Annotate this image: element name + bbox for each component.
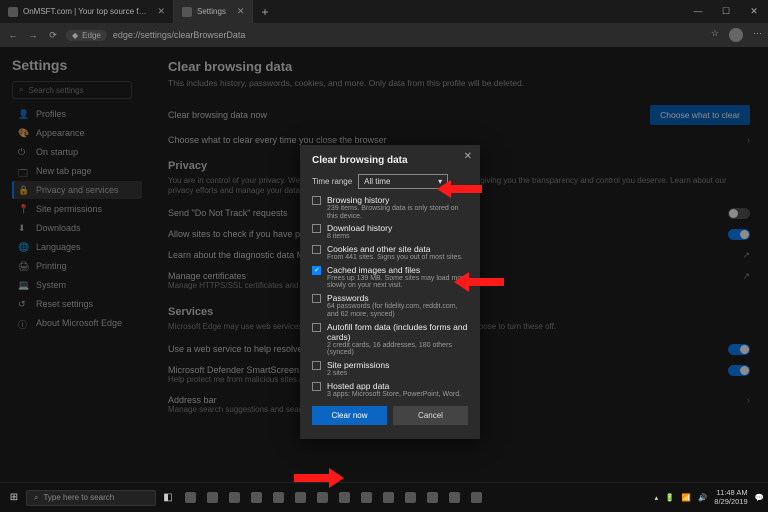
option-desc: 64 passwords (for fidelity.com, reddit.c… — [327, 303, 468, 318]
annotation-arrow — [454, 269, 504, 295]
tray-icon[interactable]: 🔋 — [665, 493, 674, 502]
checkbox[interactable] — [312, 382, 321, 391]
checkbox[interactable] — [312, 361, 321, 370]
search-icon: ⌕ — [34, 493, 38, 503]
checkbox[interactable] — [312, 245, 321, 254]
time-range-select[interactable]: All time ▾ — [358, 174, 448, 189]
dialog-close-button[interactable]: ✕ — [464, 151, 472, 162]
checkbox[interactable] — [312, 266, 321, 275]
back-button[interactable]: ← — [6, 30, 20, 40]
clear-option-passwords[interactable]: Passwords64 passwords (for fidelity.com,… — [312, 293, 468, 318]
option-title: Hosted app data — [327, 381, 468, 391]
option-desc: From 441 sites. Signs you out of most si… — [327, 254, 468, 262]
tab-label: OnMSFT.com | Your top source f… — [23, 7, 146, 16]
task-view-icon[interactable]: ◧ — [158, 488, 178, 508]
app-icon[interactable] — [400, 488, 420, 508]
option-title: Cached images and files — [327, 265, 468, 275]
notifications-icon[interactable]: 💬 — [755, 493, 764, 502]
tray-icon[interactable]: 🔊 — [698, 493, 707, 502]
clear-option-cookies-and-other-site-data[interactable]: Cookies and other site dataFrom 441 site… — [312, 244, 468, 262]
time-range-label: Time range — [312, 177, 352, 186]
clear-option-site-permissions[interactable]: Site permissions2 sites — [312, 360, 468, 378]
checkbox[interactable] — [312, 196, 321, 205]
reload-button[interactable]: ⟳ — [46, 30, 60, 41]
close-tab-icon[interactable]: ✕ — [237, 6, 245, 17]
app-icon[interactable] — [378, 488, 398, 508]
tab-onmsft[interactable]: OnMSFT.com | Your top source f… ✕ — [0, 0, 174, 23]
dialog-title: Clear browsing data — [312, 155, 468, 166]
clear-now-button[interactable]: Clear now — [312, 406, 387, 425]
favicon-icon — [182, 7, 192, 17]
system-tray: ▴ 🔋 📶 🔊 11:48 AM 8/29/2019 💬 — [654, 489, 764, 506]
option-desc: 2 credit cards, 16 addresses, 180 others… — [327, 342, 468, 357]
clear-option-hosted-app-data[interactable]: Hosted app data3 apps: Microsoft Store, … — [312, 381, 468, 399]
app-icon[interactable] — [356, 488, 376, 508]
app-icon[interactable] — [180, 488, 200, 508]
profile-avatar[interactable] — [729, 28, 743, 42]
checkbox[interactable] — [312, 224, 321, 233]
maximize-button[interactable]: ☐ — [712, 6, 740, 17]
new-tab-button[interactable]: + — [253, 5, 276, 19]
app-icon[interactable] — [202, 488, 222, 508]
app-icon[interactable] — [224, 488, 244, 508]
annotation-arrow — [437, 177, 482, 201]
app-icon[interactable] — [268, 488, 288, 508]
favorite-icon[interactable]: ☆ — [711, 28, 719, 42]
cancel-button[interactable]: Cancel — [393, 406, 468, 425]
option-desc: 3 apps: Microsoft Store, PowerPoint, Wor… — [327, 391, 468, 399]
titlebar: OnMSFT.com | Your top source f… ✕ Settin… — [0, 0, 768, 23]
clock[interactable]: 11:48 AM 8/29/2019 — [714, 489, 747, 506]
tab-settings[interactable]: Settings ✕ — [174, 0, 253, 23]
address-bar: ← → ⟳ ◆ Edge edge://settings/clearBrowse… — [0, 23, 768, 47]
option-desc: Frees up 139 MB. Some sites may load mor… — [327, 275, 468, 290]
option-title: Passwords — [327, 293, 468, 303]
checkbox[interactable] — [312, 323, 321, 332]
clear-option-autofill-form-data-includes-forms-and-cards-[interactable]: Autofill form data (includes forms and c… — [312, 322, 468, 357]
option-desc: 2 sites — [327, 370, 468, 378]
option-desc: 8 items — [327, 233, 468, 241]
url-text[interactable]: edge://settings/clearBrowserData — [113, 30, 705, 40]
tray-icon[interactable]: 📶 — [682, 493, 691, 502]
clear-option-cached-images-and-files[interactable]: Cached images and filesFrees up 139 MB. … — [312, 265, 468, 290]
option-title: Download history — [327, 223, 468, 233]
option-desc: 239 items. Browsing data is only stored … — [327, 205, 468, 220]
option-title: Autofill form data (includes forms and c… — [327, 322, 468, 342]
annotation-arrow — [294, 465, 344, 491]
clear-option-download-history[interactable]: Download history8 items — [312, 223, 468, 241]
forward-button[interactable]: → — [26, 30, 40, 40]
checkbox[interactable] — [312, 294, 321, 303]
favicon-icon — [8, 7, 18, 17]
option-title: Site permissions — [327, 360, 468, 370]
option-title: Cookies and other site data — [327, 244, 468, 254]
minimize-button[interactable]: — — [684, 6, 712, 17]
edge-chip: ◆ Edge — [66, 30, 107, 41]
close-button[interactable]: ✕ — [740, 6, 768, 17]
app-icon[interactable] — [466, 488, 486, 508]
window-controls: — ☐ ✕ — [684, 6, 768, 17]
close-tab-icon[interactable]: ✕ — [157, 6, 165, 17]
app-icon[interactable] — [246, 488, 266, 508]
start-button[interactable]: ⊞ — [4, 488, 24, 508]
app-icon[interactable] — [444, 488, 464, 508]
taskbar-search[interactable]: ⌕ Type here to search — [26, 490, 156, 506]
taskbar: ⊞ ⌕ Type here to search ◧ ▴ 🔋 📶 🔊 11:48 … — [0, 482, 768, 512]
more-icon[interactable]: ⋯ — [753, 28, 762, 42]
app-icon[interactable] — [422, 488, 442, 508]
tray-icon[interactable]: ▴ — [654, 493, 658, 502]
tab-label: Settings — [197, 7, 226, 16]
